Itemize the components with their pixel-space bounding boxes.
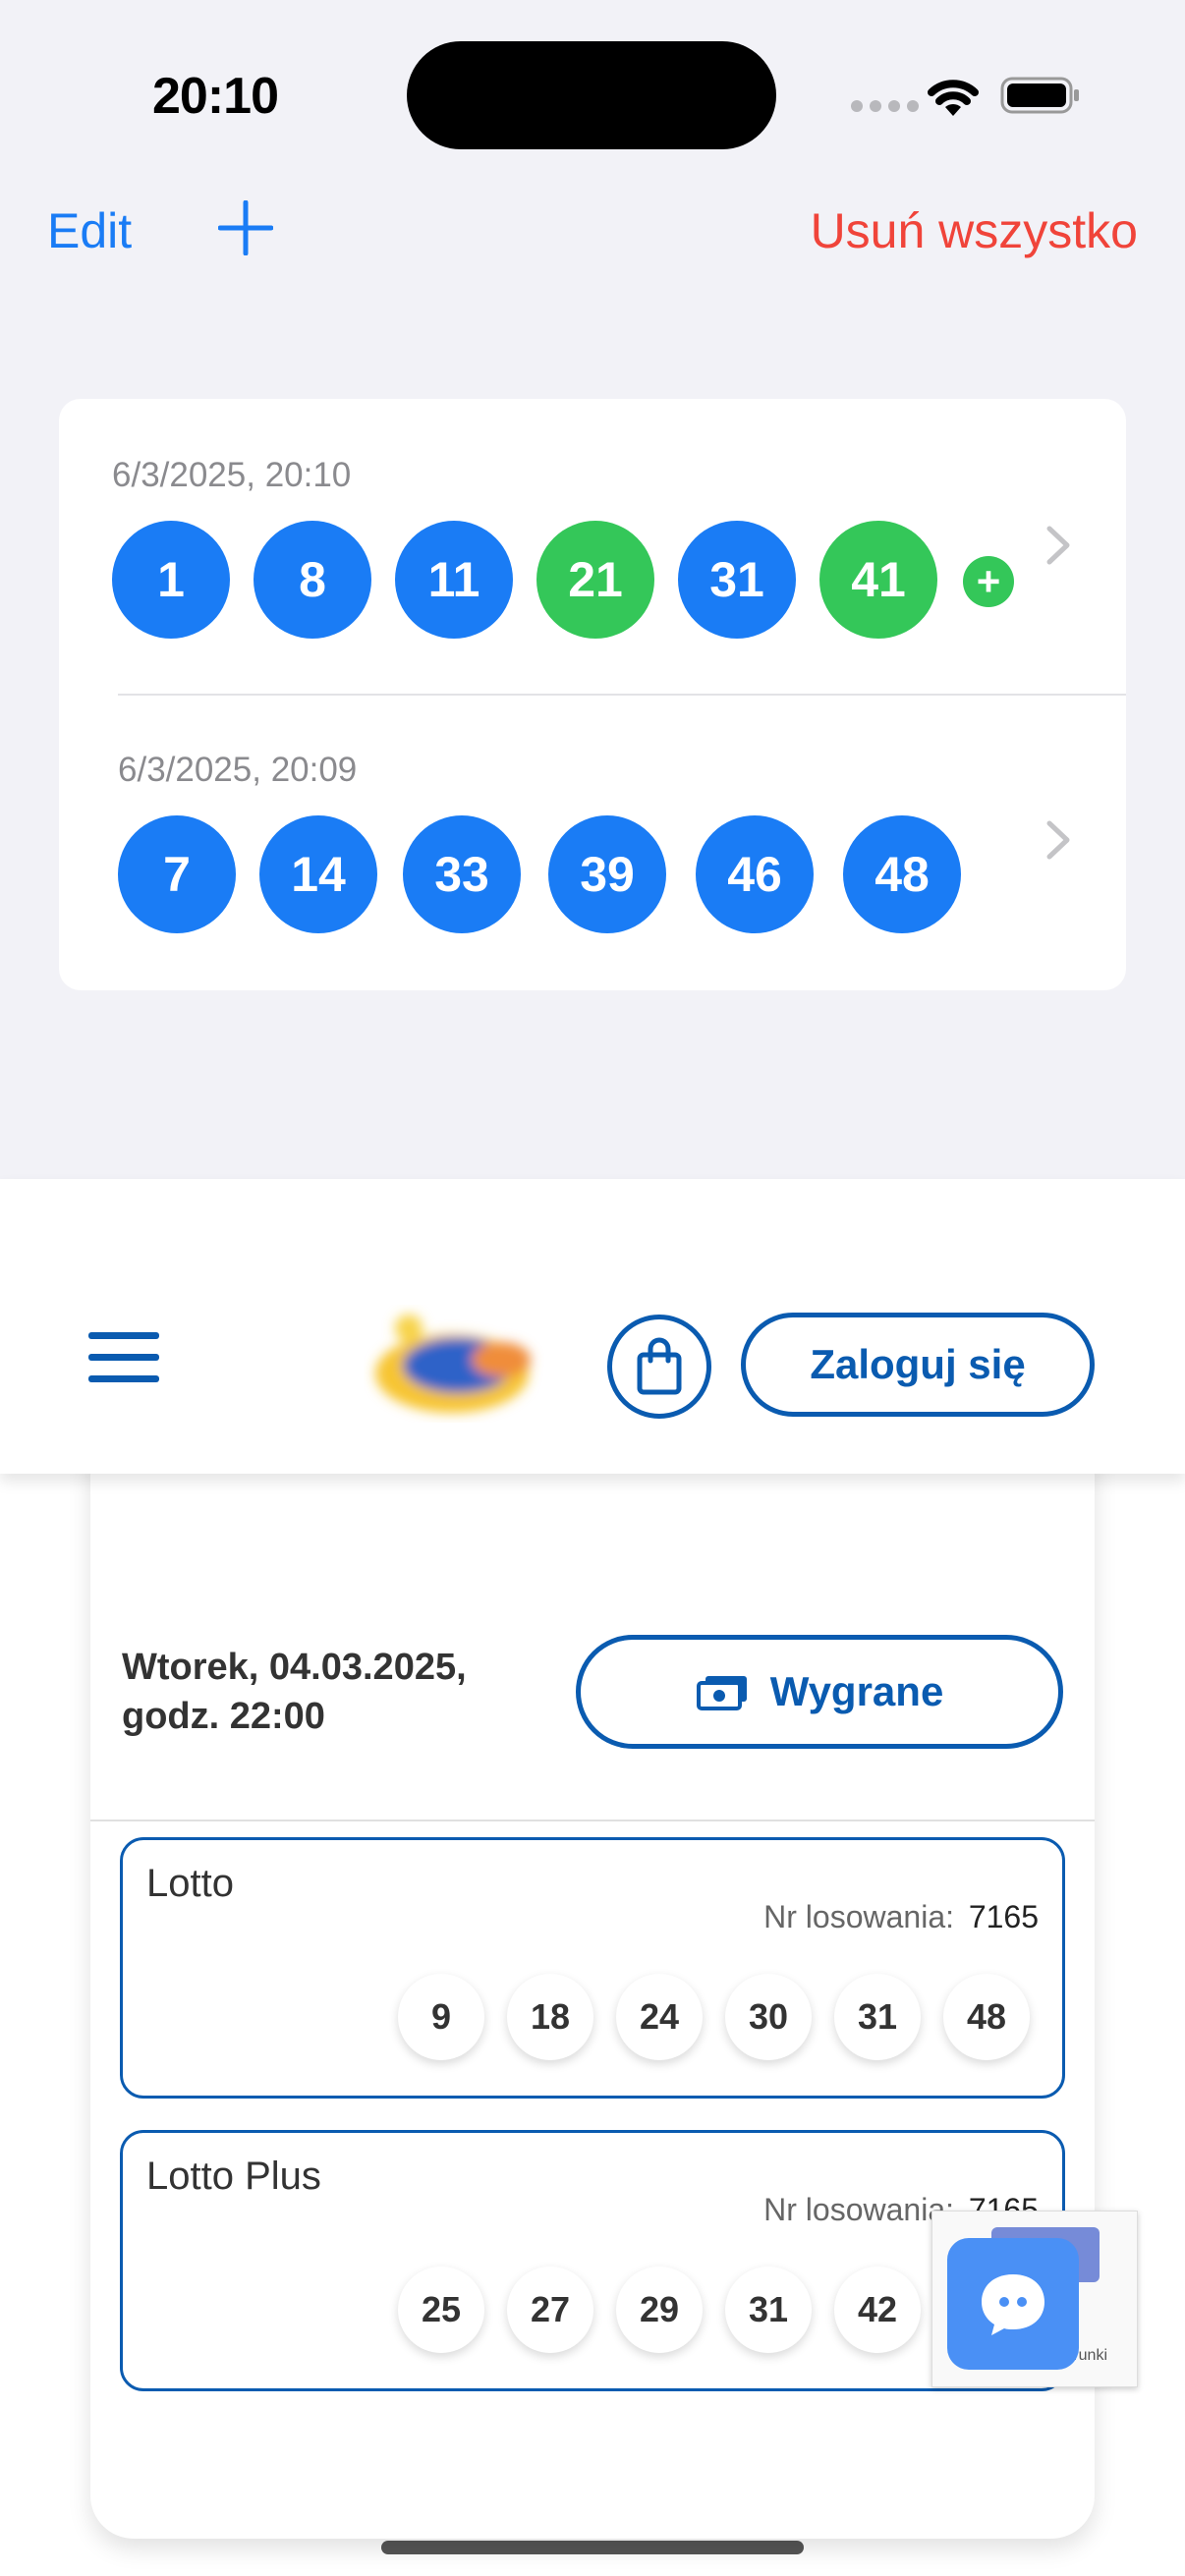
result-ball: 24 — [616, 1974, 703, 2060]
result-card-lotto-plus[interactable]: Lotto Plus Nr losowania: 7165 25 27 29 3… — [120, 2130, 1065, 2391]
menu-icon[interactable] — [88, 1332, 159, 1383]
game-name: Lotto Plus — [146, 2155, 321, 2198]
draw-number: 7165 — [968, 1899, 1039, 1934]
status-bar: 20:10 — [0, 0, 1185, 187]
draw-date: Wtorek, 04.03.2025, godz. 22:00 — [122, 1643, 467, 1741]
chat-button[interactable] — [947, 2238, 1079, 2370]
result-ball: 42 — [834, 2267, 921, 2353]
plus-badge-icon: + — [963, 556, 1014, 607]
result-ball: 9 — [398, 1974, 484, 2060]
number-ball: 11 — [395, 521, 513, 639]
number-ball: 46 — [696, 815, 814, 933]
game-name: Lotto — [146, 1862, 234, 1905]
winnings-label: Wygrane — [769, 1668, 944, 1714]
web-view: Zaloguj się Wtorek, 04.03.2025, godz. 22… — [0, 1179, 1185, 2576]
history-entry[interactable]: 6/3/2025, 20:10 1 8 11 21 31 41 + — [59, 399, 1126, 696]
number-ball-match: 21 — [536, 521, 654, 639]
result-ball: 31 — [725, 2267, 812, 2353]
shopping-bag-icon — [637, 1337, 682, 1395]
draw-number-label: Nr losowania: — [763, 2192, 954, 2227]
number-ball: 31 — [678, 521, 796, 639]
result-ball: 18 — [507, 1974, 593, 2060]
result-ball: 25 — [398, 2267, 484, 2353]
number-ball-match: 41 — [819, 521, 937, 639]
status-time: 20:10 — [152, 68, 279, 125]
draw-number-label: Nr losowania: — [763, 1899, 954, 1934]
money-icon — [696, 1676, 747, 1710]
number-ball: 7 — [118, 815, 236, 933]
chevron-right-icon — [1046, 820, 1070, 860]
dynamic-island — [407, 41, 776, 149]
number-ball: 48 — [843, 815, 961, 933]
lotto-logo — [375, 1315, 531, 1413]
number-ball: 1 — [112, 521, 230, 639]
number-ball: 8 — [254, 521, 371, 639]
delete-all-button[interactable]: Usuń wszystko — [811, 202, 1138, 259]
entry-date: 6/3/2025, 20:10 — [112, 456, 352, 494]
draw-time-line: godz. 22:00 — [122, 1696, 325, 1737]
number-ball: 39 — [548, 815, 666, 933]
result-ball: 48 — [943, 1974, 1030, 2060]
result-card-lotto[interactable]: Lotto Nr losowania: 7165 9 18 24 30 31 4… — [120, 1837, 1065, 2099]
result-ball: 31 — [834, 1974, 921, 2060]
battery-icon — [1000, 77, 1079, 114]
result-ball: 29 — [616, 2267, 703, 2353]
home-indicator[interactable] — [381, 2541, 804, 2554]
result-ball: 30 — [725, 1974, 812, 2060]
entry-date: 6/3/2025, 20:09 — [118, 751, 358, 789]
wifi-icon — [928, 80, 979, 116]
number-ball: 33 — [403, 815, 521, 933]
cellular-signal-icon — [851, 100, 919, 112]
winnings-button[interactable]: Wygrane — [576, 1635, 1063, 1749]
chat-icon — [982, 2274, 1044, 2335]
chevron-right-icon — [1046, 526, 1070, 565]
history-list: 6/3/2025, 20:10 1 8 11 21 31 41 + 6/3/20… — [59, 399, 1126, 990]
web-header: Zaloguj się — [0, 1179, 1185, 1474]
history-entry[interactable]: 6/3/2025, 20:09 7 14 33 39 46 48 — [59, 694, 1126, 988]
number-ball: 14 — [259, 815, 377, 933]
result-ball: 27 — [507, 2267, 593, 2353]
panel-divider — [90, 1820, 1095, 1821]
draw-date-line: Wtorek, 04.03.2025, — [122, 1647, 467, 1688]
add-plus-icon[interactable] — [218, 200, 273, 255]
edit-button[interactable]: Edit — [47, 202, 132, 259]
cart-button[interactable] — [607, 1315, 711, 1419]
login-button[interactable]: Zaloguj się — [741, 1313, 1095, 1417]
